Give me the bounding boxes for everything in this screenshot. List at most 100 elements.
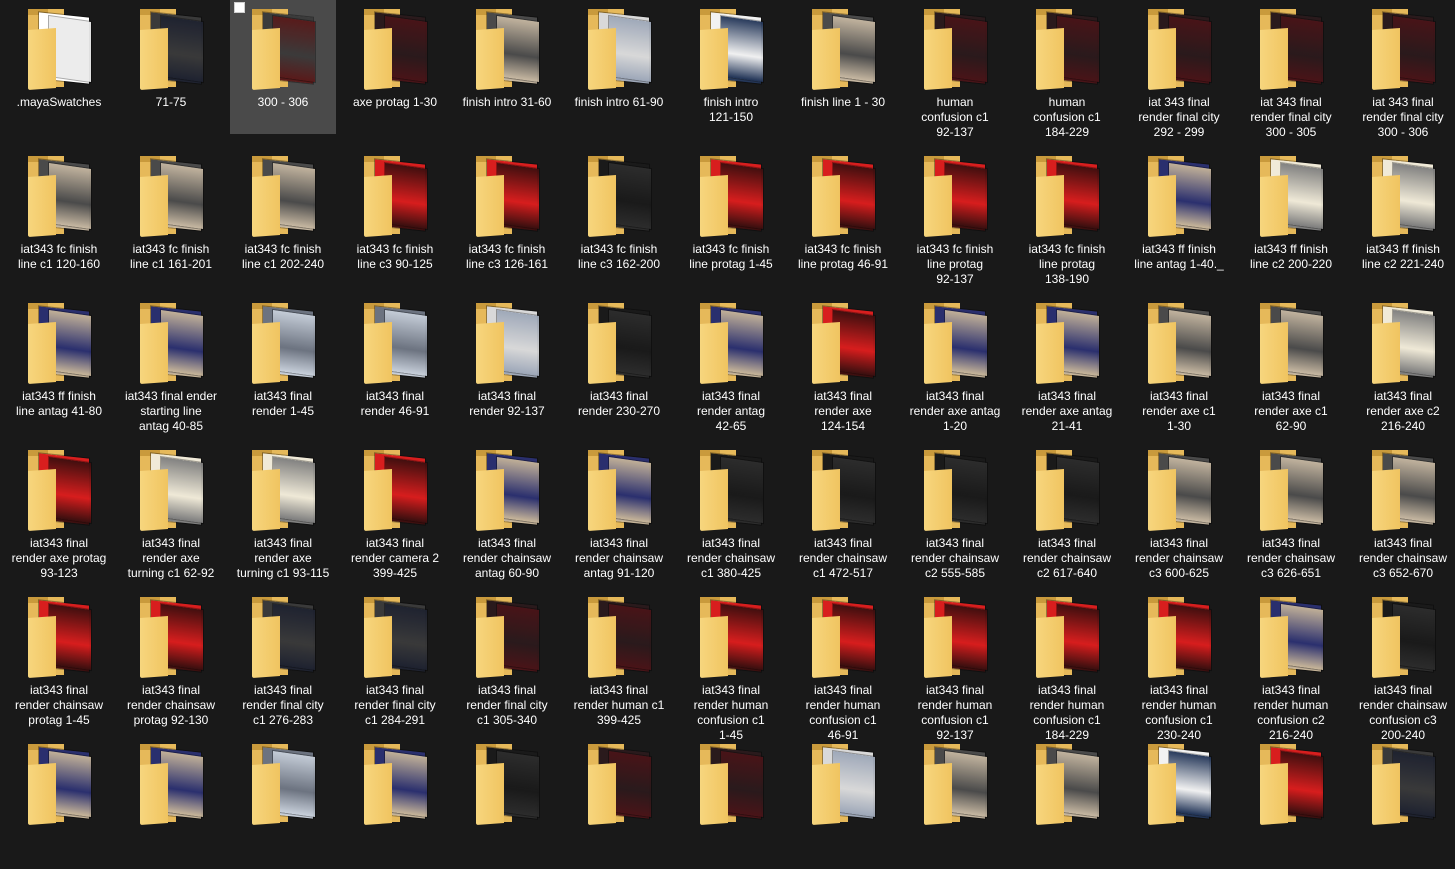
folder-item[interactable]: iat343 final render axe protag 93-123 bbox=[6, 441, 112, 580]
folder-item[interactable] bbox=[1238, 735, 1344, 869]
folder-item[interactable]: iat343 final render final city c1 276-28… bbox=[230, 588, 336, 727]
folder-item[interactable]: iat343 final render axe antag 21-41 bbox=[1014, 294, 1120, 433]
folder-item[interactable]: iat343 final render axe c1 62-90 bbox=[1238, 294, 1344, 433]
folder-item[interactable] bbox=[566, 735, 672, 869]
folder-icon bbox=[809, 156, 877, 237]
folder-item[interactable] bbox=[678, 735, 784, 869]
folder-item[interactable]: iat343 ff finish line antag 1-40._ bbox=[1126, 147, 1232, 281]
folder-item[interactable]: iat343 fc finish line protag 46-91 bbox=[790, 147, 896, 281]
folder-item[interactable]: finish intro 121-150 bbox=[678, 0, 784, 134]
folder-item[interactable] bbox=[118, 735, 224, 869]
folder-item[interactable]: iat343 fc finish line protag 138-190 bbox=[1014, 147, 1120, 286]
folder-item[interactable]: iat343 final render human confusion c1 1… bbox=[1014, 588, 1120, 742]
folder-item[interactable]: iat343 final render final city c1 284-29… bbox=[342, 588, 448, 727]
folder-item[interactable]: iat343 final render chainsaw confusion c… bbox=[1350, 588, 1455, 742]
folder-icon bbox=[585, 744, 653, 825]
folder-item[interactable]: finish intro 61-90 bbox=[566, 0, 672, 134]
folder-icon bbox=[585, 9, 653, 90]
folder-item[interactable]: iat343 final render 46-91 bbox=[342, 294, 448, 428]
folder-item[interactable]: iat343 final render chainsaw c2 617-640 bbox=[1014, 441, 1120, 580]
folder-item[interactable]: iat343 final render human confusion c2 2… bbox=[1238, 588, 1344, 742]
folder-item[interactable]: iat343 fc finish line c3 126-161 bbox=[454, 147, 560, 281]
folder-item[interactable] bbox=[1014, 735, 1120, 869]
folder-item[interactable]: iat343 final render chainsaw c3 626-651 bbox=[1238, 441, 1344, 580]
folder-item[interactable]: iat 343 final render final city 292 - 29… bbox=[1126, 0, 1232, 139]
select-checkbox[interactable] bbox=[234, 2, 245, 13]
folder-item[interactable]: iat343 fc finish line c3 162-200 bbox=[566, 147, 672, 281]
folder-item[interactable] bbox=[342, 735, 448, 869]
folder-item[interactable]: iat343 final render chainsaw c1 380-425 bbox=[678, 441, 784, 580]
folder-label: iat343 final render chainsaw protag 1-45 bbox=[14, 683, 104, 727]
folder-item[interactable]: iat343 final ender starting line antag 4… bbox=[118, 294, 224, 433]
folder-item[interactable]: iat343 final render axe turning c1 62-92 bbox=[118, 441, 224, 580]
folder-label: iat343 final render axe antag 1-20 bbox=[909, 389, 1001, 433]
folder-item[interactable] bbox=[1350, 735, 1455, 869]
folder-item[interactable]: iat343 final render 1-45 bbox=[230, 294, 336, 428]
folder-item[interactable]: iat343 final render antag 42-65 bbox=[678, 294, 784, 433]
folder-item[interactable]: iat343 ff finish line antag 41-80 bbox=[6, 294, 112, 428]
folder-item[interactable]: iat343 final render chainsaw protag 92-1… bbox=[118, 588, 224, 727]
folder-item[interactable]: human confusion c1 92-137 bbox=[902, 0, 1008, 139]
folder-label: iat343 final render 46-91 bbox=[360, 389, 430, 418]
folder-item[interactable]: iat343 final render chainsaw c3 652-670 bbox=[1350, 441, 1455, 580]
folder-item[interactable]: iat343 fc finish line c1 202-240 bbox=[230, 147, 336, 281]
folder-item[interactable]: .mayaSwatches bbox=[6, 0, 112, 134]
folder-item[interactable] bbox=[454, 735, 560, 869]
folder-item[interactable] bbox=[1126, 735, 1232, 869]
folder-item[interactable] bbox=[6, 735, 112, 869]
folder-item[interactable]: iat343 final render chainsaw c3 600-625 bbox=[1126, 441, 1232, 580]
folder-item[interactable]: human confusion c1 184-229 bbox=[1014, 0, 1120, 139]
folder-item[interactable]: iat343 final render axe c1 1-30 bbox=[1126, 294, 1232, 433]
folder-item[interactable] bbox=[790, 735, 896, 869]
folder-item[interactable]: 71-75 bbox=[118, 0, 224, 134]
folder-item[interactable]: 300 - 306 bbox=[230, 0, 336, 134]
folder-item[interactable]: iat343 final render chainsaw c1 472-517 bbox=[790, 441, 896, 580]
folder-item[interactable]: iat343 final render 92-137 bbox=[454, 294, 560, 428]
folder-item[interactable] bbox=[902, 735, 1008, 869]
folder-item[interactable]: iat 343 final render final city 300 - 30… bbox=[1238, 0, 1344, 139]
folder-item[interactable]: iat343 final render human confusion c1 1… bbox=[678, 588, 784, 742]
folder-item[interactable]: iat343 fc finish line protag 1-45 bbox=[678, 147, 784, 281]
folder-icon bbox=[1145, 303, 1213, 384]
folder-label: iat343 fc finish line protag 46-91 bbox=[797, 242, 889, 271]
folder-item[interactable]: iat343 final render axe turning c1 93-11… bbox=[230, 441, 336, 580]
folder-item[interactable]: iat343 final render axe c2 216-240 bbox=[1350, 294, 1455, 433]
folder-item[interactable]: iat343 ff finish line c2 200-220 bbox=[1238, 147, 1344, 281]
folder-icon bbox=[25, 9, 93, 90]
folder-item[interactable]: iat343 final render chainsaw antag 60-90 bbox=[454, 441, 560, 580]
folder-item[interactable]: iat343 final render 230-270 bbox=[566, 294, 672, 428]
folder-item[interactable]: iat343 final render chainsaw antag 91-12… bbox=[566, 441, 672, 580]
folder-item[interactable]: iat343 final render chainsaw protag 1-45 bbox=[6, 588, 112, 727]
folder-item[interactable]: iat343 final render human confusion c1 9… bbox=[902, 588, 1008, 742]
folder-label: iat343 fc finish line c3 90-125 bbox=[356, 242, 434, 271]
folder-item[interactable]: iat343 final render camera 2 399-425 bbox=[342, 441, 448, 580]
folder-item[interactable]: iat343 final render human c1 399-425 bbox=[566, 588, 672, 727]
folder-icon bbox=[137, 450, 205, 531]
folder-item[interactable]: iat343 fc finish line c1 161-201 bbox=[118, 147, 224, 281]
folder-icon bbox=[1369, 597, 1437, 678]
folder-label: iat343 final render human confusion c1 1… bbox=[1029, 683, 1105, 742]
folder-icon bbox=[1369, 303, 1437, 384]
folder-item[interactable]: iat343 fc finish line c1 120-160 bbox=[6, 147, 112, 281]
folder-item[interactable]: iat343 final render axe 124-154 bbox=[790, 294, 896, 433]
folder-icon bbox=[25, 744, 93, 825]
folder-icon bbox=[921, 450, 989, 531]
folder-item[interactable]: axe protag 1-30 bbox=[342, 0, 448, 134]
folder-label: iat343 final render chainsaw protag 92-1… bbox=[126, 683, 216, 727]
folder-item[interactable]: iat343 final render final city c1 305-34… bbox=[454, 588, 560, 727]
folder-icon bbox=[25, 597, 93, 678]
folder-item[interactable]: iat343 final render chainsaw c2 555-585 bbox=[902, 441, 1008, 580]
folder-item[interactable]: finish intro 31-60 bbox=[454, 0, 560, 134]
folder-item[interactable]: iat 343 final render final city 300 - 30… bbox=[1350, 0, 1455, 139]
folder-item[interactable]: iat343 fc finish line protag 92-137 bbox=[902, 147, 1008, 286]
folder-icon bbox=[249, 9, 317, 90]
folder-item[interactable]: iat343 final render axe antag 1-20 bbox=[902, 294, 1008, 433]
folder-item[interactable] bbox=[230, 735, 336, 869]
folder-item[interactable]: iat343 final render human confusion c1 2… bbox=[1126, 588, 1232, 742]
folder-label: iat343 final render camera 2 399-425 bbox=[350, 536, 440, 580]
folder-item[interactable]: iat343 fc finish line c3 90-125 bbox=[342, 147, 448, 281]
folder-item[interactable]: iat343 final render human confusion c1 4… bbox=[790, 588, 896, 742]
folder-item[interactable]: finish line 1 - 30 bbox=[790, 0, 896, 134]
folder-icon bbox=[1257, 597, 1325, 678]
folder-item[interactable]: iat343 ff finish line c2 221-240 bbox=[1350, 147, 1455, 281]
